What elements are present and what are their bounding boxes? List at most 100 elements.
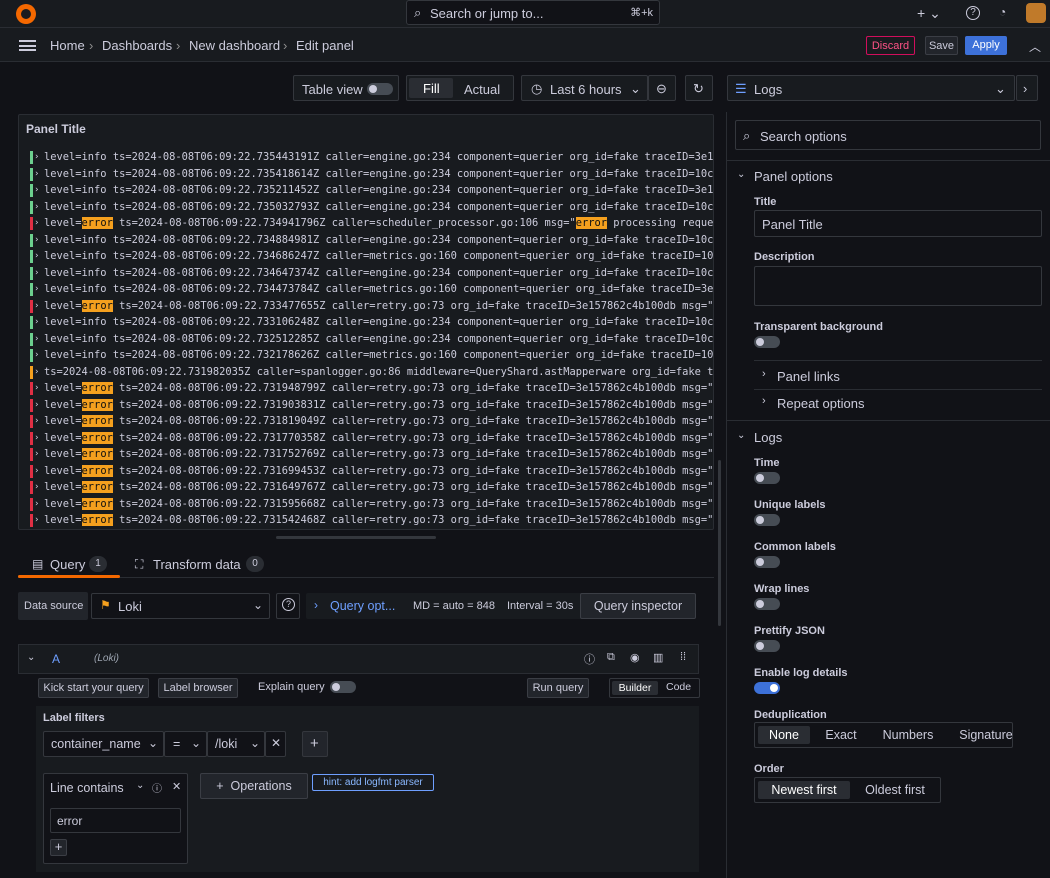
log-line[interactable]: › level=error ts=2024-08-08T06:09:22.7316… (30, 479, 713, 495)
duplicate-icon[interactable]: ⧉ (607, 651, 615, 664)
log-line[interactable]: › ts=2024-08-08T06:09:22.731982035Z calle… (30, 364, 713, 380)
filter-value-select[interactable]: /loki ⌄ (207, 731, 265, 757)
filter-label-select[interactable]: container_name ⌄ (43, 731, 164, 757)
expand-chevron-icon[interactable]: › (34, 331, 39, 347)
filter-operator-select[interactable]: = ⌄ (164, 731, 207, 757)
collapse-chevron-icon[interactable]: ⌄ (27, 652, 35, 663)
expand-chevron-icon[interactable]: › (34, 298, 39, 314)
dedup-option-none[interactable]: None (758, 726, 810, 744)
options-search-input[interactable]: ⌕ Search options (735, 120, 1041, 150)
log-line[interactable]: › level=error ts=2024-08-08T06:09:22.7315… (30, 512, 713, 528)
log-line[interactable]: › level=info ts=2024-08-08T06:09:22.73464… (30, 265, 713, 281)
prettify-json-toggle[interactable] (754, 640, 780, 652)
breadcrumb-new-dashboard[interactable]: New dashboard (189, 38, 280, 53)
add-param-button[interactable]: + (50, 839, 67, 856)
eye-icon[interactable]: ◉ (630, 651, 640, 664)
options-pane-toggle[interactable]: › (1016, 75, 1038, 101)
time-range-picker[interactable]: ◷ Last 6 hours ⌄ (521, 75, 648, 101)
zoom-out-button[interactable]: ⊖ (648, 75, 676, 101)
title-input[interactable]: Panel Title (754, 210, 1042, 237)
chevron-right-icon[interactable]: › (762, 395, 766, 407)
description-textarea[interactable] (754, 266, 1042, 306)
expand-chevron-icon[interactable]: › (34, 479, 39, 495)
order-option-newest[interactable]: Newest first (758, 781, 850, 799)
log-line[interactable]: › level=info ts=2024-08-08T06:09:22.73541… (30, 166, 713, 182)
query-ref-id[interactable]: A (52, 652, 60, 666)
transparent-background-toggle[interactable] (754, 336, 780, 348)
grafana-logo-icon[interactable] (16, 4, 36, 24)
expand-chevron-icon[interactable]: › (34, 512, 39, 528)
breadcrumb-home[interactable]: Home (50, 38, 85, 53)
expand-chevron-icon[interactable]: › (34, 149, 39, 165)
logs-options-heading[interactable]: Logs (754, 430, 782, 445)
line-contains-input[interactable]: error (50, 808, 181, 833)
expand-chevron-icon[interactable]: › (34, 281, 39, 297)
dedup-option-signature[interactable]: Signature (949, 726, 1023, 744)
chevron-down-icon[interactable]: ⌄ (136, 780, 144, 791)
kick-start-button[interactable]: Kick start your query (38, 678, 149, 698)
log-line[interactable]: › level=info ts=2024-08-08T06:09:22.73310… (30, 314, 713, 330)
log-line[interactable]: › level=error ts=2024-08-08T06:09:22.7317… (30, 430, 713, 446)
chevron-right-icon[interactable]: › (762, 368, 766, 380)
discard-button[interactable]: Discard (866, 36, 915, 55)
log-line[interactable]: › level=error ts=2024-08-08T06:09:22.7319… (30, 380, 713, 396)
log-line[interactable]: › level=info ts=2024-08-08T06:09:22.73503… (30, 199, 713, 215)
label-browser-button[interactable]: Label browser (158, 678, 238, 698)
plus-icon[interactable]: + ⌄ (917, 5, 941, 22)
query-inspector-button[interactable]: Query inspector (580, 593, 696, 619)
chevron-down-icon[interactable]: ⌄ (737, 169, 745, 180)
add-operation-button[interactable]: + Operations (200, 773, 308, 799)
log-line[interactable]: › level=error ts=2024-08-08T06:09:22.7315… (30, 496, 713, 512)
operation-name[interactable]: Line contains (50, 781, 124, 795)
run-query-button[interactable]: Run query (527, 678, 589, 698)
remove-filter-button[interactable]: ✕ (265, 731, 286, 757)
query-options-bar[interactable]: › Query opt... MD = auto = 848 Interval … (306, 593, 593, 619)
expand-chevron-icon[interactable]: › (34, 463, 39, 479)
expand-chevron-icon[interactable]: › (34, 347, 39, 363)
apply-button[interactable]: Apply (965, 36, 1007, 55)
table-view-switch[interactable] (367, 83, 393, 95)
drag-handle-icon[interactable]: ⁞⁞ (680, 651, 686, 663)
expand-chevron-icon[interactable]: › (34, 232, 39, 248)
log-line[interactable]: › level=info ts=2024-08-08T06:09:22.73521… (30, 182, 713, 198)
log-line[interactable]: › level=error ts=2024-08-08T06:09:22.7349… (30, 215, 713, 231)
table-view-toggle[interactable]: Table view (293, 75, 399, 101)
panel-options-heading[interactable]: Panel options (754, 169, 833, 184)
log-line[interactable]: › level=info ts=2024-08-08T06:09:22.73544… (30, 149, 713, 165)
log-line[interactable]: › level=error ts=2024-08-08T06:09:22.7317… (30, 446, 713, 462)
trash-icon[interactable]: ▥ (653, 651, 663, 664)
hint-badge[interactable]: hint: add logfmt parser (312, 774, 434, 791)
menu-icon[interactable] (19, 40, 36, 51)
log-line[interactable]: › level=info ts=2024-08-08T06:09:22.73251… (30, 331, 713, 347)
editor-scrollbar[interactable] (718, 460, 721, 626)
log-line[interactable]: › level=info ts=2024-08-08T06:09:22.73488… (30, 232, 713, 248)
wrap-lines-toggle[interactable] (754, 598, 780, 610)
code-option[interactable]: Code (666, 681, 691, 693)
close-icon[interactable]: ✕ (172, 780, 181, 793)
log-line[interactable]: › level=info ts=2024-08-08T06:09:22.73468… (30, 248, 713, 264)
repeat-options-heading[interactable]: Repeat options (777, 396, 864, 411)
expand-chevron-icon[interactable]: › (34, 265, 39, 281)
refresh-button[interactable]: ↻ (685, 75, 713, 101)
info-icon[interactable]: ⓘ (152, 780, 162, 795)
datasource-help-button[interactable]: ? (276, 593, 300, 619)
query-options-link[interactable]: Query opt... (330, 599, 395, 613)
log-line[interactable]: › level=error ts=2024-08-08T06:09:22.7318… (30, 413, 713, 429)
expand-chevron-icon[interactable]: › (34, 199, 39, 215)
rss-icon[interactable]: ◔ (999, 5, 1006, 19)
help-icon[interactable]: ? (966, 6, 980, 20)
expand-chevron-icon[interactable]: › (34, 496, 39, 512)
fill-option[interactable]: Fill (409, 78, 453, 98)
expand-chevron-icon[interactable]: › (34, 364, 39, 380)
expand-chevron-icon[interactable]: › (34, 380, 39, 396)
search-bar[interactable]: ⌕ Search or jump to... ⌘+k (406, 0, 660, 25)
expand-chevron-icon[interactable]: › (34, 413, 39, 429)
expand-chevron-icon[interactable]: › (34, 182, 39, 198)
avatar[interactable] (1026, 3, 1046, 23)
tab-query[interactable]: Query (50, 557, 85, 572)
dedup-option-numbers[interactable]: Numbers (873, 726, 943, 744)
tab-transform[interactable]: Transform data (153, 557, 241, 572)
dedup-option-exact[interactable]: Exact (815, 726, 867, 744)
builder-option[interactable]: Builder (612, 681, 658, 695)
datasource-picker[interactable]: ⚑ Loki ⌄ (91, 593, 270, 619)
